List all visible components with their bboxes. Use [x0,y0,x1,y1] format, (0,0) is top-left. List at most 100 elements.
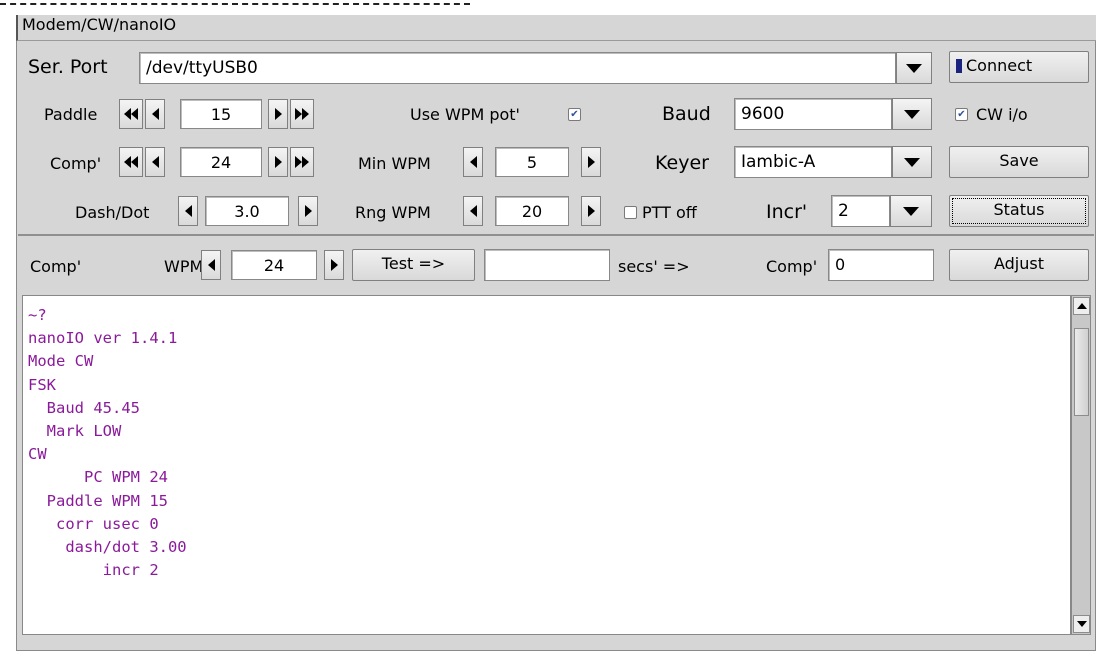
scroll-down-button[interactable] [1073,615,1090,633]
chevron-down-icon [904,157,920,167]
tab-modem-cw-nanoio[interactable]: Modem/CW/nanoIO [22,17,176,33]
up-arrow-icon [1076,303,1087,309]
min-wpm-decrement-button[interactable] [463,147,483,177]
chevron-down-icon [903,206,919,216]
right-arrow-icon [587,156,595,168]
comp-fast-increment-button[interactable] [290,147,314,177]
log-line: dash/dot 3.00 [28,538,187,557]
cw-io-checkbox[interactable]: ✔ [955,108,968,121]
connect-button[interactable]: Connect [949,51,1089,83]
secs-label: secs' => [618,257,690,276]
left-arrow-icon [151,108,159,120]
double-left-arrow-icon [124,108,131,120]
keyer-label: Keyer [655,152,709,174]
min-wpm-field[interactable]: 5 [495,147,569,177]
log-line: CW [28,445,47,464]
right-arrow-icon [274,156,282,168]
test-button[interactable]: Test => [352,249,475,281]
keyer-dropdown-button[interactable] [892,146,932,178]
chevron-down-icon [904,109,920,119]
log-line: Mark LOW [28,422,122,441]
nanoio-response-log[interactable]: ~? nanoIO ver 1.4.1 Mode CW FSK Baud 45.45 … [22,295,1071,635]
rng-wpm-label: Rng WPM [355,203,431,222]
baud-select[interactable]: 9600 [734,98,892,130]
dash-dot-decrement-button[interactable] [178,196,198,226]
down-arrow-icon [1076,621,1087,627]
right-arrow-icon [274,108,282,120]
rng-wpm-field[interactable]: 20 [495,196,569,226]
adjust-button[interactable]: Adjust [949,249,1089,281]
rng-wpm-increment-button[interactable] [581,196,601,226]
right-arrow-icon [304,205,312,217]
comp-result-field[interactable]: 0 [828,249,934,281]
chevron-down-icon [906,63,922,73]
log-line: FSK [28,375,56,394]
comp-fast-decrement-button[interactable] [119,147,143,177]
comp-result-label: Comp' [766,257,818,276]
dash-dot-label: Dash/Dot [75,203,150,222]
incr-select[interactable]: 2 [831,195,890,227]
keyer-select[interactable]: Iambic-A [734,146,892,178]
right-arrow-icon [330,259,338,271]
comp-wpm-field[interactable]: 24 [180,147,262,177]
test-output-field[interactable] [484,249,610,281]
log-line: Mode CW [28,352,94,371]
paddle-label: Paddle [44,105,98,124]
double-right-arrow-icon [295,108,302,120]
serial-port-dropdown-button[interactable] [896,52,932,84]
comp-label: Comp' [50,154,102,173]
baud-dropdown-button[interactable] [892,98,932,130]
paddle-fast-increment-button[interactable] [290,99,314,129]
scroll-up-button[interactable] [1073,297,1090,315]
rng-wpm-decrement-button[interactable] [463,196,483,226]
dash-dot-increment-button[interactable] [298,196,318,226]
baud-label: Baud [662,103,711,125]
min-wpm-increment-button[interactable] [581,147,601,177]
section-separator [18,234,1094,236]
tab-bar [16,15,1096,41]
log-line: nanoIO ver 1.4.1 [28,329,178,348]
comp-row-wpm-field[interactable]: 24 [231,250,317,280]
ptt-off-checkbox[interactable] [624,206,637,219]
paddle-decrement-button[interactable] [145,99,165,129]
left-arrow-icon [469,156,477,168]
paddle-wpm-field[interactable]: 15 [180,99,262,129]
scroll-thumb[interactable] [1074,328,1089,416]
comp-row-wpm-increment-button[interactable] [324,250,344,280]
log-line: incr 2 [28,561,159,580]
log-lines: ~? nanoIO ver 1.4.1 Mode CW FSK Baud 45.45 … [23,296,1070,582]
comp-row-label: Comp' [30,257,82,276]
min-wpm-label: Min WPM [358,154,431,173]
right-arrow-icon [587,205,595,217]
comp-row-wpm-label: WPM [164,257,204,276]
double-left-arrow-icon [124,156,131,168]
log-line: Baud 45.45 [28,398,140,417]
log-line: ~? [28,306,47,324]
status-button[interactable]: Status [949,195,1089,227]
comp-increment-button[interactable] [268,147,288,177]
left-arrow-icon [207,259,215,271]
serial-port-input[interactable]: /dev/ttyUSB0 [139,52,896,84]
serial-port-label: Ser. Port [28,56,108,78]
tab-dashed-border [0,3,470,5]
save-button[interactable]: Save [949,146,1089,178]
log-line: corr usec 0 [28,514,159,533]
dash-dot-field[interactable]: 3.0 [205,196,289,226]
left-arrow-icon [184,205,192,217]
incr-dropdown-button[interactable] [890,195,932,227]
paddle-fast-decrement-button[interactable] [119,99,143,129]
comp-row-wpm-decrement-button[interactable] [201,250,221,280]
ptt-off-label: PTT off [642,203,697,222]
left-arrow-icon [469,205,477,217]
left-arrow-icon [151,156,159,168]
connection-indicator-icon [956,59,962,73]
log-line: PC WPM 24 [28,468,168,487]
comp-decrement-button[interactable] [145,147,165,177]
log-scrollbar[interactable] [1071,295,1091,635]
paddle-increment-button[interactable] [268,99,288,129]
double-right-arrow-icon [295,156,302,168]
connect-label: Connect [966,56,1033,75]
use-wpm-pot-checkbox[interactable]: ✔ [568,108,581,121]
cw-io-label: CW i/o [976,105,1028,124]
log-line: Paddle WPM 15 [28,491,168,510]
